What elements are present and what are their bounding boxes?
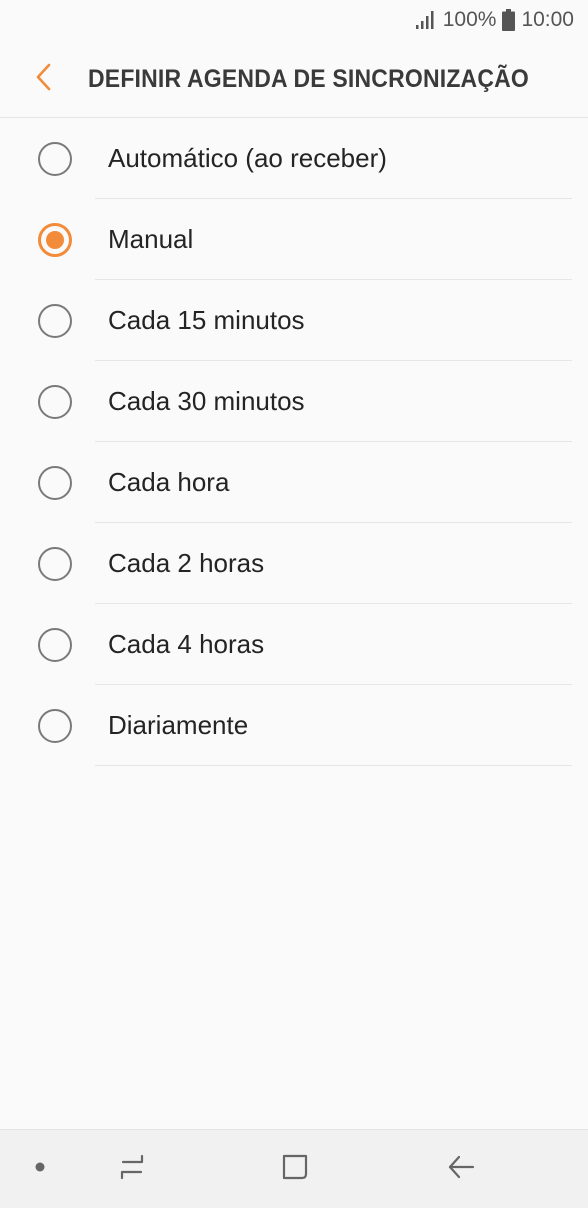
option-manual[interactable]: Manual	[0, 199, 588, 280]
status-bar: 100% 10:00	[0, 0, 588, 40]
signal-icon	[415, 10, 437, 30]
app-header: DEFINIR AGENDA DE SINCRONIZAÇÃO	[0, 40, 588, 118]
back-button[interactable]	[0, 40, 88, 118]
navigation-bar	[0, 1129, 588, 1208]
screen: 100% 10:00 DEFINIR AGENDA DE SINCRONIZAÇ…	[0, 0, 588, 1208]
radio-button[interactable]	[38, 303, 72, 338]
option-label: Cada 2 horas	[108, 548, 265, 578]
back-arrow-icon	[446, 1153, 476, 1186]
option-every-hour[interactable]: Cada hora	[0, 442, 588, 523]
page-title: DEFINIR AGENDA DE SINCRONIZAÇÃO	[88, 64, 530, 93]
option-label: Cada 30 minutos	[108, 386, 305, 416]
battery-icon	[502, 9, 516, 31]
nav-dot-button[interactable]	[18, 1130, 62, 1208]
option-every-4-hours[interactable]: Cada 4 horas	[0, 604, 588, 685]
chevron-left-icon	[34, 62, 54, 97]
option-every-2-hours[interactable]: Cada 2 horas	[0, 523, 588, 604]
radio-button[interactable]	[38, 384, 72, 419]
option-label: Cada 4 horas	[108, 629, 265, 659]
radio-button[interactable]	[38, 141, 72, 176]
recent-apps-button[interactable]	[100, 1130, 164, 1208]
system-back-button[interactable]	[428, 1130, 494, 1208]
radio-button[interactable]	[38, 546, 72, 581]
sync-schedule-options: Automático (ao receber) Manual Cada 15 m…	[0, 118, 588, 766]
radio-button[interactable]	[38, 627, 72, 662]
option-every-30-minutes[interactable]: Cada 30 minutos	[0, 361, 588, 442]
option-every-15-minutes[interactable]: Cada 15 minutos	[0, 280, 588, 361]
option-label: Cada hora	[108, 467, 230, 497]
option-daily[interactable]: Diariamente	[0, 685, 588, 766]
battery-percentage: 100%	[442, 8, 497, 31]
radio-button[interactable]	[38, 465, 72, 500]
home-button[interactable]	[262, 1130, 328, 1208]
radio-button[interactable]	[38, 708, 72, 743]
option-label: Diariamente	[108, 710, 249, 740]
option-label: Automático (ao receber)	[108, 143, 387, 173]
recent-apps-icon	[117, 1153, 147, 1186]
status-time: 10:00	[521, 8, 574, 31]
dot-icon	[34, 1160, 46, 1178]
home-icon	[280, 1152, 310, 1187]
radio-button-selected[interactable]	[38, 222, 72, 257]
option-automatic[interactable]: Automático (ao receber)	[0, 118, 588, 199]
option-label: Cada 15 minutos	[108, 305, 305, 335]
option-label: Manual	[108, 224, 194, 254]
